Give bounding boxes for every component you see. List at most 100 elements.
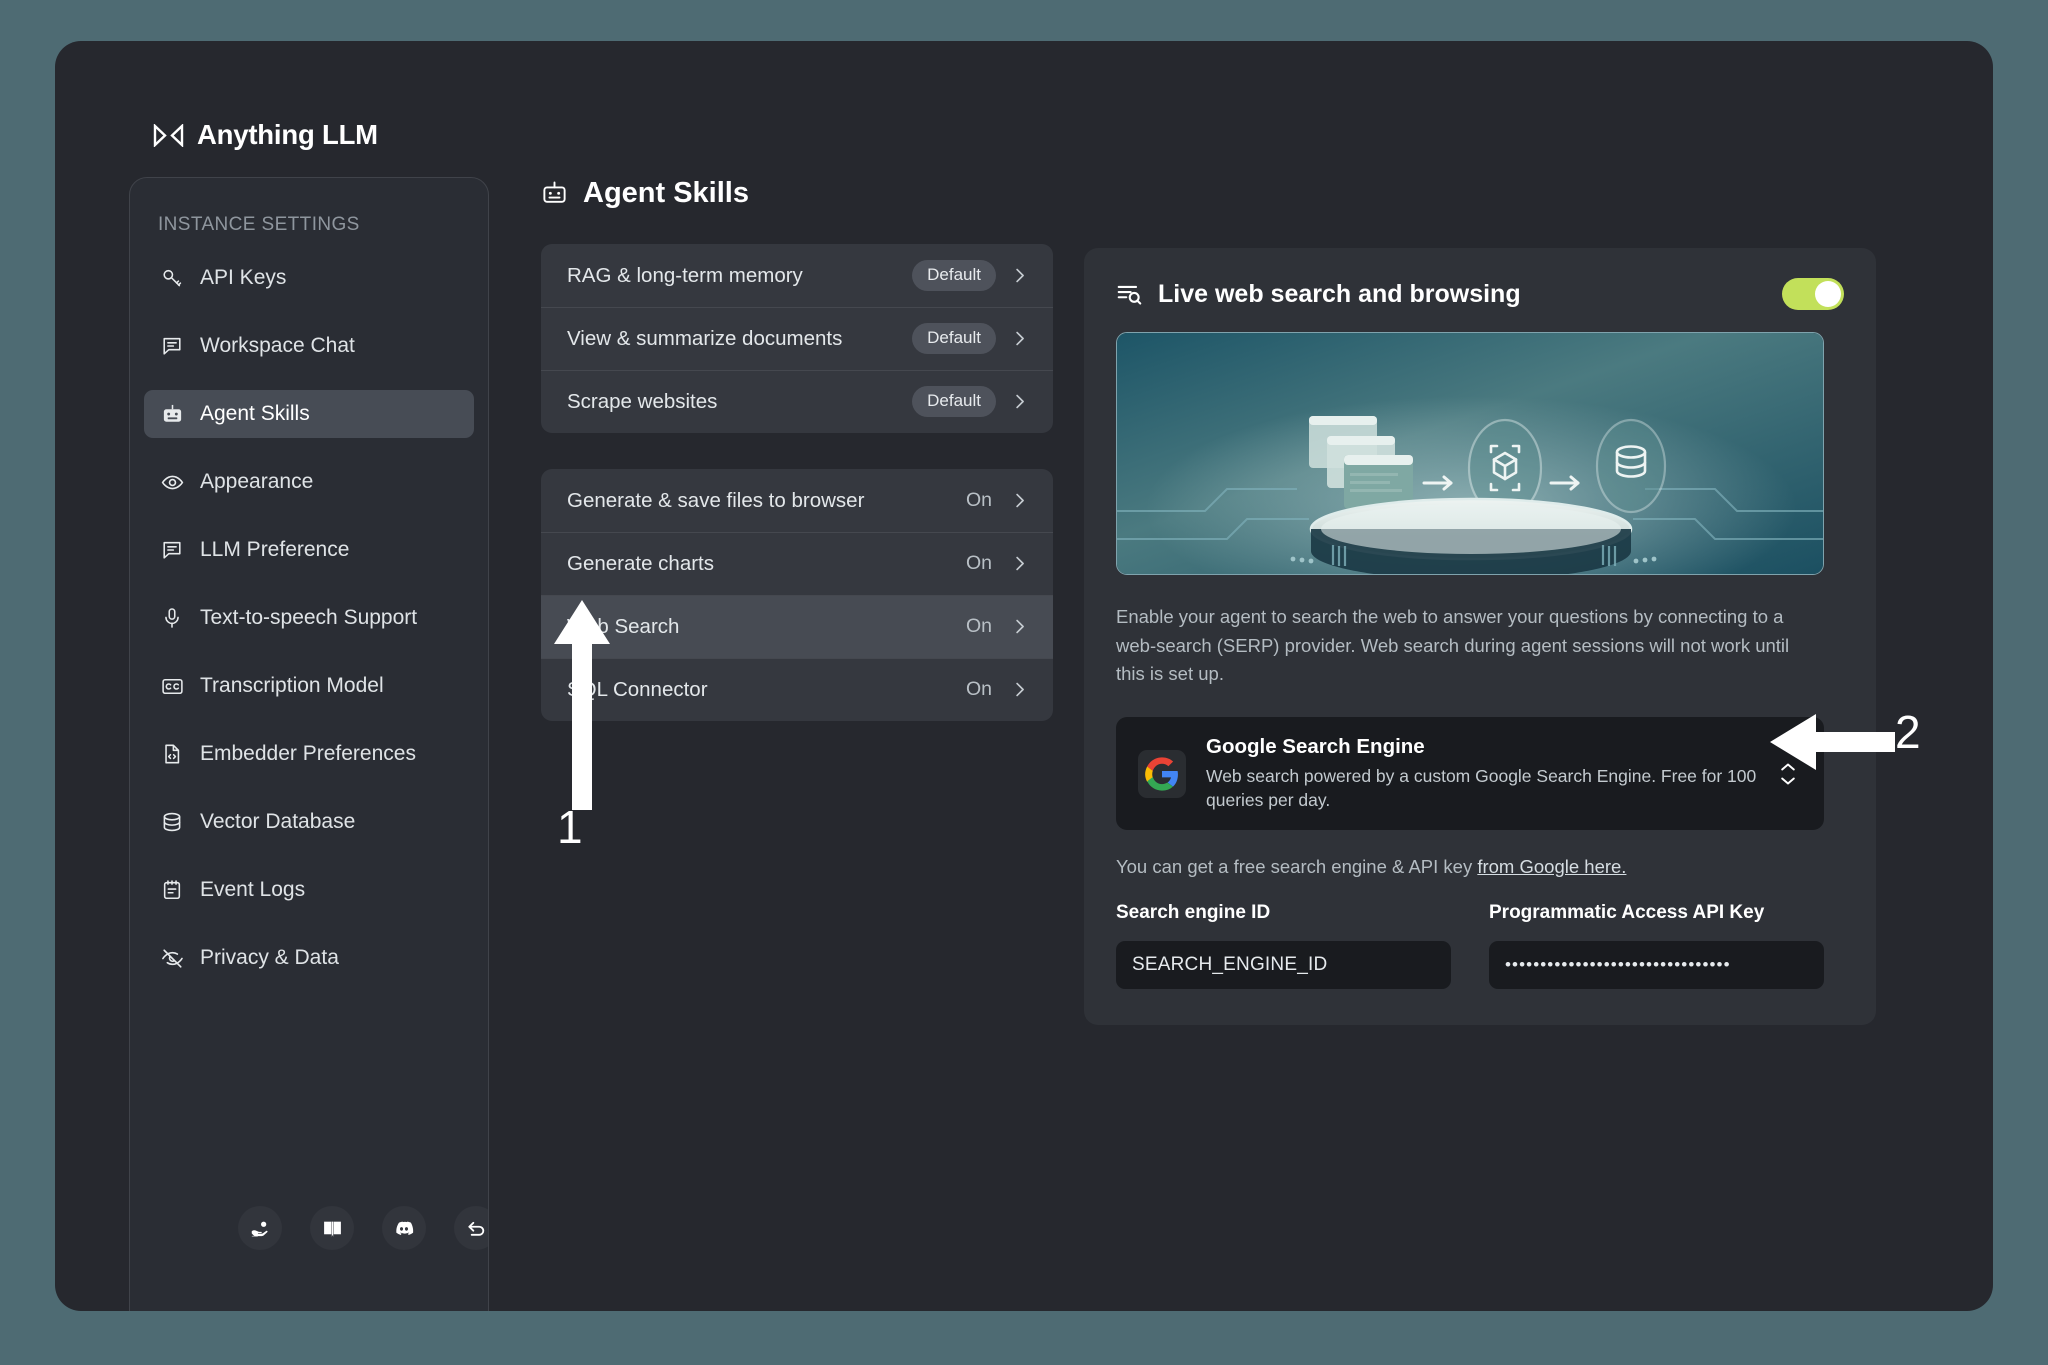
status-text: On	[965, 489, 992, 511]
sidebar-item-label: API Keys	[200, 266, 287, 289]
chat-lines-icon	[160, 538, 184, 562]
sidebar-title: INSTANCE SETTINGS	[158, 214, 360, 235]
app-name: Anything LLM	[197, 119, 378, 150]
search-engine-id-input[interactable]	[1116, 941, 1451, 990]
provider-name: Google Search Engine	[1206, 735, 1425, 759]
detail-description: Enable your agent to search the web to a…	[1116, 606, 1790, 685]
detail-header: Live web search and browsing	[1116, 278, 1844, 310]
back-arrow-icon[interactable]	[454, 1206, 488, 1250]
sidebar-item-label: Workspace Chat	[200, 334, 355, 357]
microphone-icon	[160, 606, 184, 630]
status-badge: Default	[912, 260, 996, 291]
robot-icon	[160, 402, 184, 426]
skill-name: Generate charts	[567, 551, 714, 575]
sidebar-item-workspace-chat[interactable]: Workspace Chat	[144, 322, 474, 370]
skill-group-toggleable: Generate & save files to browser On Gene…	[541, 469, 1053, 721]
sidebar-item-event-logs[interactable]: Event Logs	[144, 866, 474, 914]
skill-row-generate-charts[interactable]: Generate charts On	[541, 532, 1053, 595]
skill-enable-toggle[interactable]	[1782, 278, 1844, 310]
sidebar-nav-list: API Keys Workspace Chat Agent Skills App…	[130, 254, 488, 982]
skill-group-default: RAG & long-term memory Default View & su…	[541, 244, 1053, 433]
api-key-label: Programmatic Access API Key	[1489, 902, 1765, 924]
status-badge: Default	[912, 386, 996, 417]
chevron-right-icon	[1010, 554, 1029, 573]
sidebar-item-label: Event Logs	[200, 878, 306, 901]
sidebar-item-privacy-and-data[interactable]: Privacy & Data	[144, 934, 474, 982]
skill-row-web-search[interactable]: Web Search On	[541, 595, 1053, 658]
sidebar-item-api-keys[interactable]: API Keys	[144, 254, 474, 302]
annotation-number-2: 2	[1895, 706, 1921, 758]
anythingllm-logo-icon	[153, 122, 184, 148]
chevron-right-icon	[1010, 329, 1029, 348]
sidebar-item-text-to-speech-support[interactable]: Text-to-speech Support	[144, 594, 474, 642]
detail-title: Live web search and browsing	[1158, 279, 1521, 308]
chevron-right-icon	[1010, 680, 1029, 699]
closed-caption-icon	[160, 674, 184, 698]
sidebar-item-label: Text-to-speech Support	[200, 606, 418, 629]
sidebar-item-transcription-model[interactable]: Transcription Model	[144, 662, 474, 710]
sidebar-item-label: Privacy & Data	[200, 946, 339, 969]
eye-icon	[160, 470, 184, 494]
provider-selector-card[interactable]: Google Search Engine Web search powered …	[1116, 717, 1824, 831]
helper-text: You can get a free search engine & API k…	[1116, 856, 1478, 878]
sidebar-item-label: Transcription Model	[200, 674, 384, 697]
google-help-link[interactable]: from Google here.	[1477, 856, 1626, 877]
web-scrape-illustration	[1116, 332, 1824, 575]
chevron-right-icon	[1010, 392, 1029, 411]
page-title-row: Agent Skills	[541, 177, 1053, 210]
sidebar-item-appearance[interactable]: Appearance	[144, 458, 474, 506]
sidebar-item-label: LLM Preference	[200, 538, 350, 561]
sidebar-item-agent-skills[interactable]: Agent Skills	[144, 390, 474, 438]
status-text: On	[965, 678, 992, 700]
api-key-field-group: Programmatic Access API Key	[1489, 902, 1824, 990]
main-content: Agent Skills RAG & long-term memory Defa…	[541, 177, 1053, 757]
robot-icon	[541, 180, 568, 207]
app-brand: Anything LLM	[153, 119, 378, 151]
sidebar-item-llm-preference[interactable]: LLM Preference	[144, 526, 474, 574]
sidebar-footer	[238, 1206, 488, 1250]
eye-slash-icon	[160, 946, 184, 970]
skill-row-generate-save-files-to-browser[interactable]: Generate & save files to browser On	[541, 469, 1053, 532]
credentials-form: Search engine ID Programmatic Access API…	[1116, 902, 1844, 990]
skill-name: RAG & long-term memory	[567, 263, 803, 287]
key-icon	[160, 266, 184, 290]
discord-icon[interactable]	[382, 1206, 426, 1250]
sidebar-item-label: Embedder Preferences	[200, 742, 416, 765]
skill-name: SQL Connector	[567, 677, 708, 701]
skill-row-sql-connector[interactable]: SQL Connector On	[541, 658, 1053, 721]
skill-detail-panel: Live web search and browsing Enable your…	[1084, 248, 1876, 1026]
api-key-input[interactable]	[1489, 941, 1824, 990]
status-text: On	[965, 615, 992, 637]
notepad-icon	[160, 878, 184, 902]
provider-info: Google Search Engine Web search powered …	[1206, 735, 1758, 812]
skill-name: Web Search	[567, 614, 680, 638]
sidebar-item-label: Agent Skills	[200, 402, 310, 425]
database-icon	[160, 810, 184, 834]
sidebar-item-vector-database[interactable]: Vector Database	[144, 798, 474, 846]
google-logo-icon	[1138, 749, 1186, 798]
skill-name: View & summarize documents	[567, 326, 843, 350]
sidebar-item-embedder-preferences[interactable]: Embedder Preferences	[144, 730, 474, 778]
skill-name: Generate & save files to browser	[567, 488, 865, 512]
helper-text-row: You can get a free search engine & API k…	[1116, 856, 1844, 878]
chevron-up-down-icon[interactable]	[1778, 762, 1798, 786]
skill-row-view-summarize-documents[interactable]: View & summarize documents Default	[541, 307, 1053, 370]
page-title: Agent Skills	[583, 177, 749, 209]
skill-row-rag-long-term-memory[interactable]: RAG & long-term memory Default	[541, 244, 1053, 307]
search-engine-id-field-group: Search engine ID	[1116, 902, 1451, 990]
chevron-right-icon	[1010, 266, 1029, 285]
skill-row-scrape-websites[interactable]: Scrape websites Default	[541, 370, 1053, 433]
hand-coin-icon[interactable]	[238, 1206, 282, 1250]
status-badge: Default	[912, 323, 996, 354]
annotation-number-1: 1	[557, 801, 583, 853]
chat-icon	[160, 334, 184, 358]
sidebar-item-label: Vector Database	[200, 810, 356, 833]
chevron-right-icon	[1010, 617, 1029, 636]
status-text: On	[965, 552, 992, 574]
toggle-knob	[1815, 281, 1841, 307]
app-window: Anything LLM INSTANCE SETTINGS API Keys	[55, 41, 1993, 1311]
skill-name: Scrape websites	[567, 389, 718, 413]
book-open-icon[interactable]	[310, 1206, 354, 1250]
search-engine-id-label: Search engine ID	[1116, 902, 1271, 924]
sidebar: INSTANCE SETTINGS API Keys Workspace Cha…	[129, 177, 489, 1311]
